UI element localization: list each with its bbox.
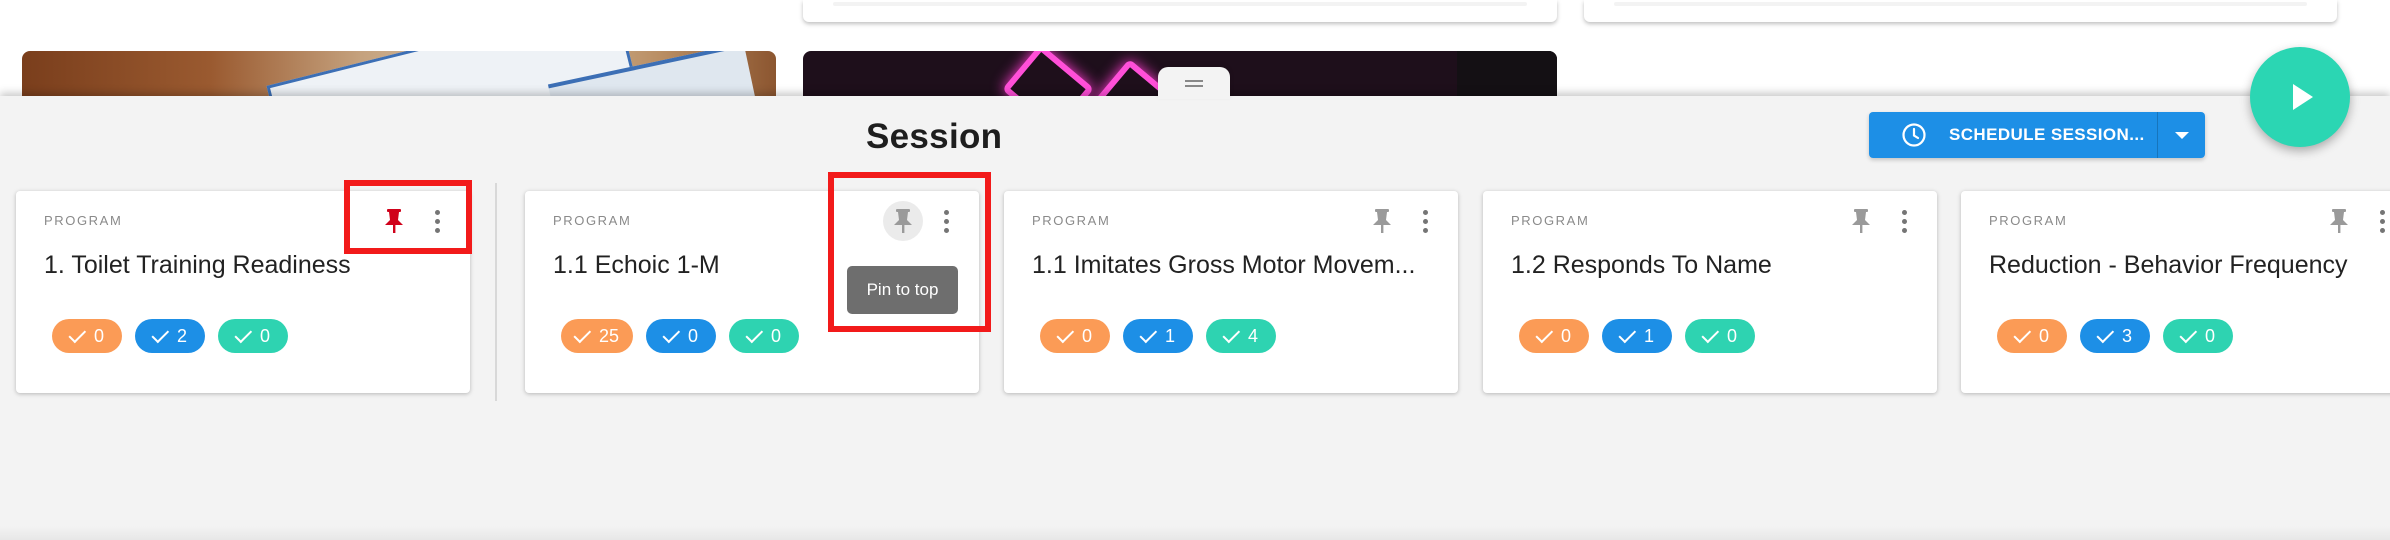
count-chip-teal[interactable]: 4 [1206,319,1276,353]
count-chip-blue[interactable]: 0 [646,319,717,353]
pin-icon[interactable] [2319,201,2359,241]
check-icon [745,325,764,343]
check-icon [234,325,253,343]
count-chip-orange[interactable]: 0 [1040,319,1110,353]
check-icon [662,325,681,343]
more-vertical-icon[interactable] [426,205,448,237]
schedule-session-split-button: SCHEDULE SESSION... [1869,112,2205,158]
card-counts: 0 1 0 [1519,319,1755,353]
check-icon [2096,325,2115,343]
check-icon [1618,325,1637,343]
check-icon [2013,325,2032,343]
pin-icon[interactable] [1841,201,1881,241]
check-icon [68,325,87,343]
count-chip-teal[interactable]: 0 [729,319,800,353]
check-icon [2179,325,2198,343]
count-value: 25 [599,325,620,346]
card-counts: 0 2 0 [52,319,288,353]
pin-icon[interactable] [374,201,414,241]
count-value: 0 [1081,325,1092,346]
more-vertical-icon[interactable] [935,205,957,237]
count-value: 4 [1247,325,1258,346]
count-value: 0 [93,325,104,346]
check-icon [1056,325,1075,343]
count-chip-teal[interactable]: 0 [2163,319,2233,353]
card-title: 1. Toilet Training Readiness [44,251,351,279]
schedule-session-label: SCHEDULE SESSION... [1949,125,2145,144]
program-card[interactable]: PROGRAM 1.1 Imitates Gross Motor Movem...… [1004,191,1458,393]
play-icon [2292,84,2313,110]
card-counts: 0 3 0 [1997,319,2233,353]
check-icon [1701,325,1720,343]
check-icon [1535,325,1554,343]
count-chip-orange[interactable]: 0 [52,319,122,353]
schedule-dropdown-button[interactable] [2157,112,2205,158]
count-chip-blue[interactable]: 1 [1123,319,1193,353]
count-value: 0 [259,325,270,346]
more-vertical-icon[interactable] [1893,205,1915,237]
count-value: 0 [1726,325,1737,346]
count-value: 2 [176,325,187,346]
count-value: 3 [2121,325,2132,346]
pinned-divider [495,183,497,401]
card-kicker: PROGRAM [44,213,123,228]
caret-down-icon [2174,131,2189,139]
clock-icon [1901,122,1927,148]
page-title: Session [866,117,1003,156]
count-chip-orange[interactable]: 25 [561,319,634,353]
card-title: 1.1 Echoic 1-M [553,251,720,279]
count-value: 1 [1643,325,1654,346]
card-title: 1.1 Imitates Gross Motor Movem... [1032,251,1416,279]
pin-tooltip: Pin to top [847,266,958,314]
count-value: 1 [1164,325,1175,346]
card-kicker: PROGRAM [553,213,632,228]
count-value: 0 [688,325,699,346]
drag-handle-icon[interactable] [1158,67,1230,99]
count-chip-teal[interactable]: 0 [218,319,288,353]
more-vertical-icon[interactable] [1414,205,1436,237]
count-value: 0 [771,325,782,346]
background-thumbnail-paper [22,51,776,101]
count-chip-blue[interactable]: 3 [2080,319,2150,353]
card-title: Reduction - Behavior Frequency [1989,251,2348,279]
count-value: 0 [2204,325,2215,346]
count-chip-teal[interactable]: 0 [1685,319,1755,353]
card-kicker: PROGRAM [1989,213,2068,228]
check-icon [573,325,592,343]
schedule-session-button[interactable]: SCHEDULE SESSION... [1869,112,2157,158]
program-card[interactable]: PROGRAM 1. Toilet Training Readiness 0 2 0 [16,191,470,393]
card-counts: 25 0 0 [561,319,800,353]
card-title: 1.2 Responds To Name [1511,251,1772,279]
program-card[interactable]: PROGRAM 1.2 Responds To Name 0 1 0 [1483,191,1937,393]
count-chip-blue[interactable]: 1 [1602,319,1672,353]
program-card[interactable]: PROGRAM Reduction - Behavior Frequency 0 3 0 [1961,191,2390,393]
pin-icon[interactable] [1362,201,1402,241]
count-chip-orange[interactable]: 0 [1997,319,2067,353]
check-icon [1139,325,1158,343]
count-value: 0 [2038,325,2049,346]
card-kicker: PROGRAM [1032,213,1111,228]
more-vertical-icon[interactable] [2371,205,2390,237]
count-chip-orange[interactable]: 0 [1519,319,1589,353]
background-card [1584,0,2337,22]
card-kicker: PROGRAM [1511,213,1590,228]
check-icon [151,325,170,343]
background-card [803,0,1557,22]
card-counts: 0 1 4 [1040,319,1276,353]
pin-icon[interactable] [883,201,923,241]
count-chip-blue[interactable]: 2 [135,319,205,353]
check-icon [1222,325,1241,343]
count-value: 0 [1560,325,1571,346]
start-session-button[interactable] [2250,47,2350,147]
